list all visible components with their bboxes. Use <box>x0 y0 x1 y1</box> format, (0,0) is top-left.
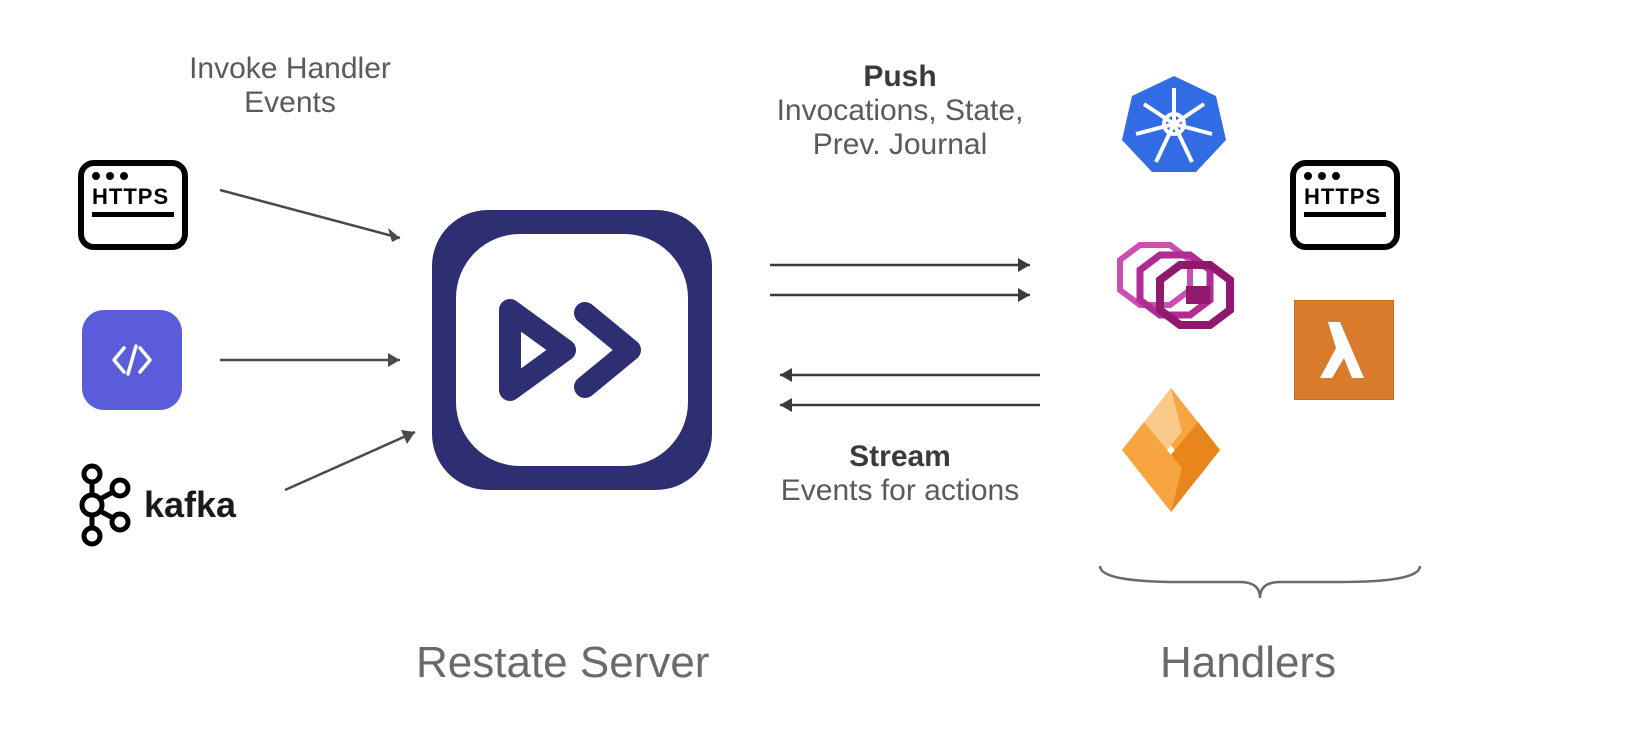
kubernetes-icon <box>1120 70 1228 183</box>
invoke-line2: Events <box>150 86 430 120</box>
kafka-icon: kafka <box>72 460 236 550</box>
arrow-https-to-restate <box>210 180 430 260</box>
push-title: Push <box>740 60 1060 94</box>
code-glyph <box>106 334 158 386</box>
invoke-line1: Invoke Handler <box>150 52 430 86</box>
https-text: HTTPS <box>92 184 174 210</box>
arrows-push <box>760 250 1050 310</box>
stream-line1: Events for actions <box>740 474 1060 508</box>
push-line2: Prev. Journal <box>740 128 1060 162</box>
stream-title: Stream <box>740 440 1060 474</box>
restate-server-label: Restate Server <box>416 638 709 688</box>
stream-label: Stream Events for actions <box>740 440 1060 508</box>
arrow-code-to-restate <box>210 340 430 380</box>
window-dots <box>92 172 174 180</box>
restate-glyph <box>495 295 650 405</box>
https-underline-right <box>1304 212 1386 217</box>
kafka-label: kafka <box>144 484 236 526</box>
https-text-right: HTTPS <box>1304 184 1386 210</box>
https-underline <box>92 212 174 217</box>
code-icon <box>82 310 182 410</box>
arrow-kafka-to-restate <box>275 420 435 500</box>
https-icon-right: HTTPS <box>1290 160 1400 250</box>
restate-icon <box>432 210 712 490</box>
arrows-stream <box>760 360 1050 420</box>
hexagon-stack-icon <box>1090 220 1240 345</box>
restate-inner <box>456 234 688 466</box>
push-line1: Invocations, State, <box>740 94 1060 128</box>
https-icon: HTTPS <box>78 160 188 250</box>
invoke-handler-label: Invoke Handler Events <box>150 52 430 120</box>
handlers-label: Handlers <box>1160 638 1336 688</box>
lambda-glyph <box>1314 316 1374 384</box>
kafka-glyph <box>72 460 134 550</box>
window-dots-right <box>1304 172 1386 180</box>
push-label: Push Invocations, State, Prev. Journal <box>740 60 1060 162</box>
brace-icon <box>1090 558 1430 608</box>
cloudflare-icon <box>1112 380 1230 525</box>
lambda-icon <box>1294 300 1394 400</box>
